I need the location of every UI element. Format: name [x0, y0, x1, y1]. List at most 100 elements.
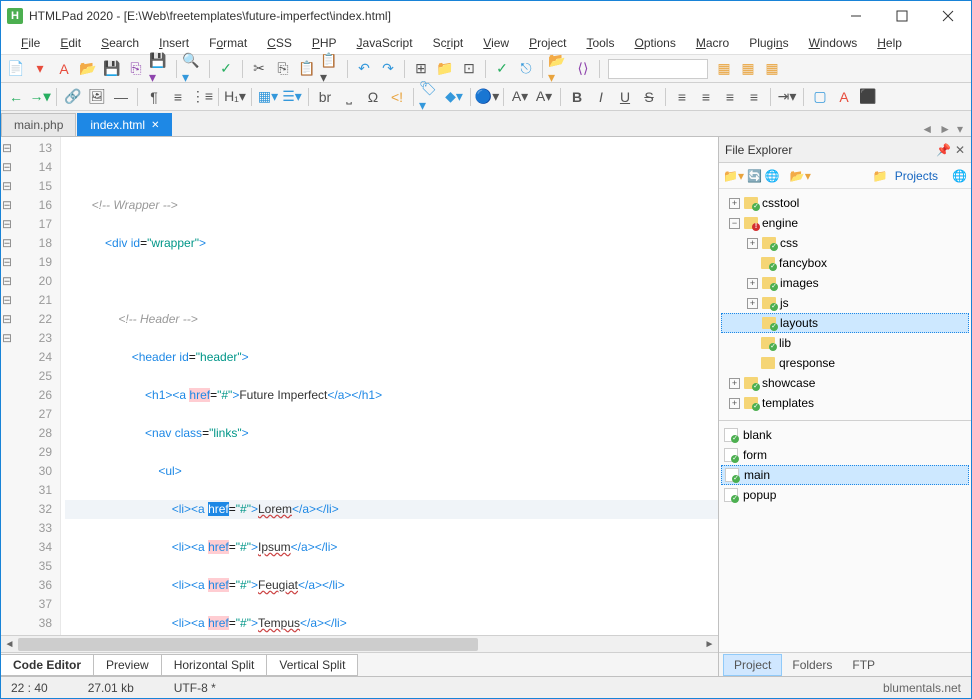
- menu-format[interactable]: Format: [201, 34, 255, 52]
- tab-prev-icon[interactable]: ◄: [921, 122, 933, 136]
- font-icon[interactable]: A▾: [509, 86, 531, 108]
- ul-icon[interactable]: ⋮≡: [191, 86, 213, 108]
- tab-preview[interactable]: Preview: [93, 654, 162, 676]
- heading-icon[interactable]: H₁▾: [224, 86, 246, 108]
- arrow-right-icon[interactable]: →▾: [29, 86, 51, 108]
- menu-php[interactable]: PHP: [304, 34, 345, 52]
- arrow-left-icon[interactable]: ←: [5, 86, 27, 108]
- fontsize-icon[interactable]: A▾: [533, 86, 555, 108]
- folder-fancybox[interactable]: fancybox: [779, 256, 827, 270]
- tab-code-editor[interactable]: Code Editor: [1, 654, 94, 676]
- link-icon[interactable]: 🔗: [62, 86, 84, 108]
- tag-icon[interactable]: 🏷▾: [419, 86, 441, 108]
- maximize-button[interactable]: [879, 1, 925, 31]
- save-as-icon[interactable]: 💾▾: [149, 58, 171, 80]
- folder-qresponse[interactable]: qresponse: [779, 356, 835, 370]
- tool1-icon[interactable]: ⊞: [410, 58, 432, 80]
- color-icon[interactable]: 🔵▾: [476, 86, 498, 108]
- menu-search[interactable]: Search: [93, 34, 147, 52]
- menu-view[interactable]: View: [475, 34, 517, 52]
- file-blank[interactable]: blank: [743, 428, 772, 442]
- align-left-icon[interactable]: ≡: [671, 86, 693, 108]
- file-main[interactable]: main: [744, 468, 770, 482]
- indent-icon[interactable]: ⇥▾: [776, 86, 798, 108]
- minimize-button[interactable]: [833, 1, 879, 31]
- db1-icon[interactable]: ▦: [713, 58, 735, 80]
- tab-next-icon[interactable]: ►: [939, 122, 951, 136]
- save-all-icon[interactable]: ⎘: [125, 58, 147, 80]
- align-justify-icon[interactable]: ≡: [743, 86, 765, 108]
- menu-file[interactable]: File: [13, 34, 48, 52]
- save-icon[interactable]: 💾: [101, 58, 123, 80]
- br-icon[interactable]: br: [314, 86, 336, 108]
- p-icon[interactable]: ¶: [143, 86, 165, 108]
- db2-icon[interactable]: ▦: [737, 58, 759, 80]
- template-icon[interactable]: A: [53, 58, 75, 80]
- cut-icon[interactable]: ✂: [248, 58, 270, 80]
- db3-icon[interactable]: ▦: [761, 58, 783, 80]
- redo-icon[interactable]: ↷: [377, 58, 399, 80]
- php-icon[interactable]: ⟨⟩: [572, 58, 594, 80]
- file-popup[interactable]: popup: [743, 488, 776, 502]
- folder-images[interactable]: images: [780, 276, 819, 290]
- tab-vertical-split[interactable]: Vertical Split: [266, 654, 358, 676]
- spellcheck-icon[interactable]: ✓: [215, 58, 237, 80]
- new-file-icon[interactable]: 📄: [5, 58, 27, 80]
- folder-lib[interactable]: lib: [779, 336, 791, 350]
- file-list[interactable]: blank form main popup: [719, 420, 971, 652]
- check-icon[interactable]: ⎋: [515, 58, 537, 80]
- omega-icon[interactable]: Ω: [362, 86, 384, 108]
- globe-folder-icon[interactable]: 🌐: [765, 169, 780, 183]
- scroll-thumb[interactable]: [18, 638, 478, 651]
- undo-icon[interactable]: ↶: [353, 58, 375, 80]
- hr-icon[interactable]: —: [110, 86, 132, 108]
- explorer-tab-ftp[interactable]: FTP: [842, 655, 885, 675]
- tab-menu-icon[interactable]: ▾: [957, 122, 963, 136]
- refresh-icon[interactable]: 🔄: [747, 169, 762, 183]
- brand-link[interactable]: blumentals.net: [883, 681, 961, 695]
- search-icon[interactable]: 🔍▾: [182, 58, 204, 80]
- browser-icon[interactable]: 📂▾: [548, 58, 570, 80]
- menu-css[interactable]: CSS: [259, 34, 300, 52]
- table-icon[interactable]: ▦▾: [257, 86, 279, 108]
- fold-gutter[interactable]: ⊟⊟ ⊟⊟ ⊟⊟ ⊟⊟⊟ ⊟ ⊟: [1, 137, 13, 635]
- ol-icon[interactable]: ≡: [167, 86, 189, 108]
- folder-icon[interactable]: 📂▾: [790, 169, 811, 183]
- folder-layouts[interactable]: layouts: [780, 316, 818, 330]
- italic-icon[interactable]: I: [590, 86, 612, 108]
- nbsp-icon[interactable]: ⎵: [338, 86, 360, 108]
- new-folder-icon[interactable]: ▾: [29, 58, 51, 80]
- tab-main-php[interactable]: main.php: [1, 113, 76, 136]
- folder-css[interactable]: css: [780, 236, 798, 250]
- projects-link[interactable]: Projects: [891, 167, 942, 185]
- tab-horizontal-split[interactable]: Horizontal Split: [161, 654, 268, 676]
- horizontal-scrollbar[interactable]: ◄ ►: [1, 635, 718, 652]
- menu-insert[interactable]: Insert: [151, 34, 197, 52]
- tool3-icon[interactable]: ⊡: [458, 58, 480, 80]
- folder-templates[interactable]: templates: [762, 396, 814, 410]
- validate-icon[interactable]: ✓: [491, 58, 513, 80]
- close-tab-icon[interactable]: ✕: [151, 120, 159, 131]
- tool2-icon[interactable]: 📁: [434, 58, 456, 80]
- menu-script[interactable]: Script: [425, 34, 472, 52]
- copy-icon[interactable]: ⎘: [272, 58, 294, 80]
- underline-icon[interactable]: U: [614, 86, 636, 108]
- open-icon[interactable]: 📂: [77, 58, 99, 80]
- scroll-left-icon[interactable]: ◄: [1, 636, 18, 653]
- script-icon[interactable]: ◆▾: [443, 86, 465, 108]
- explorer-tab-project[interactable]: Project: [723, 654, 782, 676]
- comment-icon[interactable]: <!: [386, 86, 408, 108]
- folder-showcase[interactable]: showcase: [762, 376, 815, 390]
- folder-engine[interactable]: engine: [762, 216, 798, 230]
- menu-windows[interactable]: Windows: [801, 34, 866, 52]
- folder-tree[interactable]: +csstool −engine +css fancybox +images +…: [719, 189, 971, 420]
- align-center-icon[interactable]: ≡: [695, 86, 717, 108]
- explorer-tab-folders[interactable]: Folders: [782, 655, 842, 675]
- fontcolor-icon[interactable]: A: [833, 86, 855, 108]
- bold-icon[interactable]: B: [566, 86, 588, 108]
- menu-javascript[interactable]: JavaScript: [349, 34, 421, 52]
- menu-project[interactable]: Project: [521, 34, 574, 52]
- strike-icon[interactable]: S: [638, 86, 660, 108]
- clipboard-icon[interactable]: 📋▾: [320, 58, 342, 80]
- css-class-icon[interactable]: ▢: [809, 86, 831, 108]
